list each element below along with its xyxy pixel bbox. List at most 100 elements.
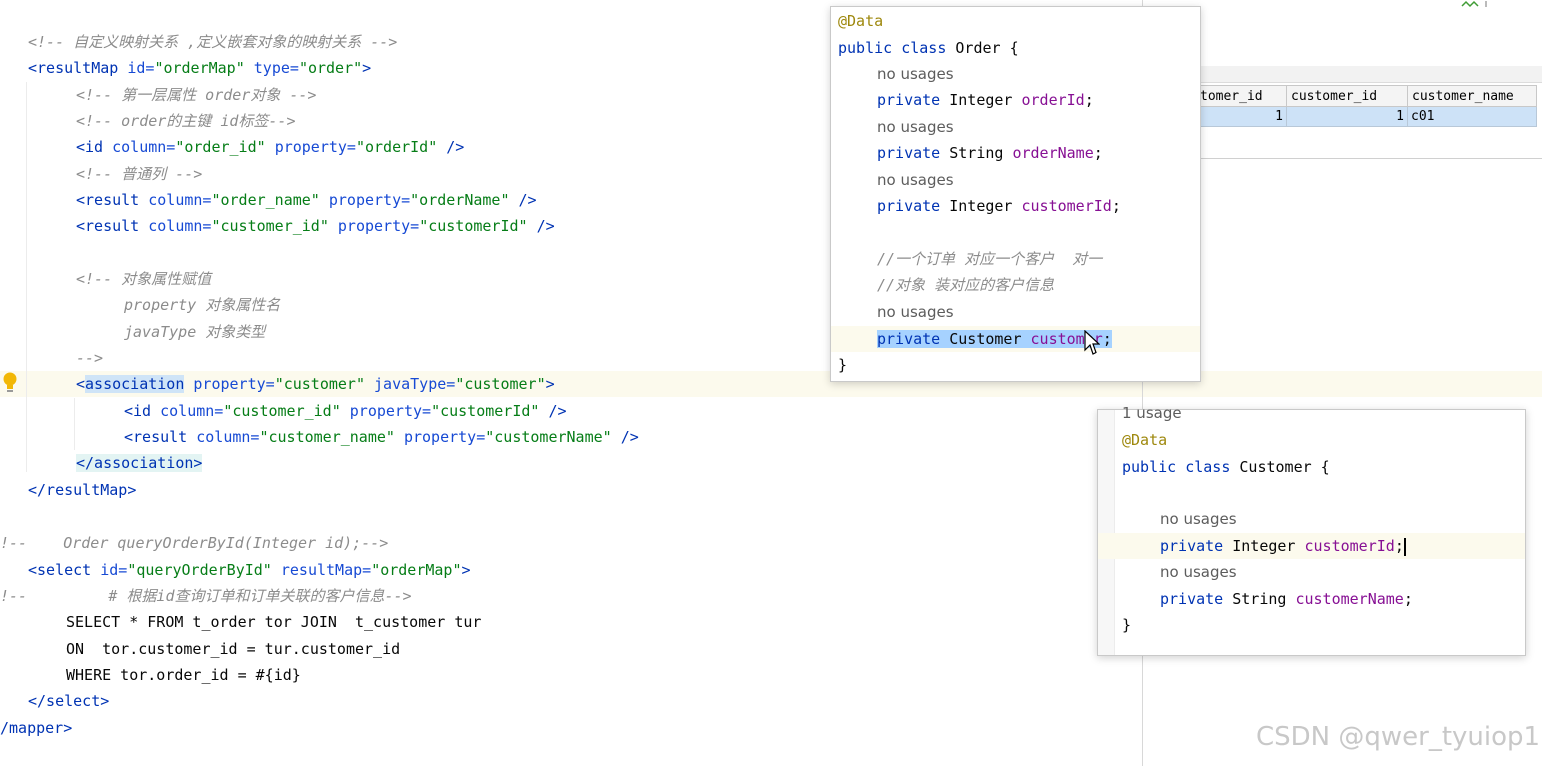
code-token: "customer_id" (223, 402, 350, 420)
code-line[interactable]: <select id="queryOrderById" resultMap="o… (28, 557, 471, 583)
code-token: type= (253, 59, 299, 77)
code-token: } (838, 356, 848, 374)
code-line[interactable]: 1 usage (1122, 400, 1182, 426)
inspection-status-icon[interactable] (1460, 0, 1500, 8)
code-token: private (1160, 537, 1233, 555)
code-line[interactable]: !-- Order queryOrderById(Integer id);--> (0, 530, 388, 556)
code-line[interactable]: <association property="customer" javaTyp… (76, 371, 555, 397)
code-line[interactable]: private String orderName; (877, 140, 1103, 166)
code-line[interactable]: no usages (1160, 559, 1237, 585)
code-line[interactable]: !-- # 根据id查询订单和订单关联的客户信息--> (0, 583, 412, 609)
code-token: "customerId" (431, 402, 549, 420)
code-token: ; (1394, 537, 1404, 555)
code-line[interactable]: public class Order { (838, 35, 1019, 61)
code-token: !-- Order queryOrderById(Integer id);--> (0, 534, 389, 552)
column-header[interactable]: tomer_id (1195, 85, 1287, 107)
code-token: "order_id" (175, 138, 275, 156)
table-cell[interactable]: 1 (1195, 106, 1287, 127)
code-line[interactable]: private String customerName; (1160, 586, 1413, 612)
code-token: <resultMap (28, 59, 128, 77)
result-table[interactable]: tomer_id customer_id customer_name 1 1 c… (1195, 85, 1537, 127)
code-token: property= (193, 375, 275, 393)
table-cell[interactable]: 1 (1286, 106, 1408, 127)
lightbulb-icon[interactable] (2, 372, 18, 394)
code-line[interactable]: @Data (838, 8, 883, 34)
code-line[interactable]: private Integer customerId; (1160, 533, 1406, 559)
code-line[interactable]: /mapper> (0, 715, 72, 741)
code-token: /> (518, 191, 537, 209)
code-token: "customer" (455, 375, 546, 393)
code-token: <!-- 自定义映射关系 ,定义嵌套对象的映射关系 --> (28, 33, 398, 51)
code-line[interactable]: no usages (877, 299, 954, 325)
code-line[interactable]: <result column="customer_name" property=… (124, 424, 639, 450)
result-toolbar[interactable] (1195, 66, 1542, 83)
code-token: ; (1093, 144, 1103, 162)
code-line[interactable]: no usages (877, 167, 954, 193)
code-line[interactable]: <!-- 对象属性赋值 (76, 266, 211, 292)
code-line[interactable]: --> (76, 345, 103, 371)
code-token: private (877, 330, 950, 348)
code-line[interactable]: <result column="order_name" property="or… (76, 187, 537, 213)
code-line[interactable]: ON tor.customer_id = tur.customer_id (66, 636, 400, 662)
code-token: } (1122, 616, 1132, 634)
code-token: /> (620, 428, 639, 446)
code-line[interactable]: <!-- 自定义映射关系 ,定义嵌套对象的映射关系 --> (28, 29, 397, 55)
code-line[interactable]: WHERE tor.order_id = #{id} (66, 662, 301, 688)
code-token: //对象 装对应的客户信息 (877, 276, 1055, 294)
code-token: "customerId" (419, 217, 537, 235)
code-line[interactable]: no usages (877, 114, 954, 140)
code-token: <!-- 对象属性赋值 (76, 270, 212, 288)
table-cell[interactable]: c01 (1407, 106, 1537, 127)
code-line[interactable]: <!-- order的主键 id标签--> (76, 108, 296, 134)
code-line[interactable]: private Integer orderId; (877, 87, 1094, 113)
code-line[interactable]: } (838, 352, 847, 378)
watermark: CSDN @qwer_tyuiop1 (1256, 722, 1541, 752)
code-line[interactable]: </association> (76, 450, 203, 476)
code-token: Integer (949, 197, 1022, 215)
code-line[interactable]: <!-- 普通列 --> (76, 161, 202, 187)
code-line[interactable]: @Data (1122, 427, 1167, 453)
code-token: !-- # 根据id查询订单和订单关联的客户信息--> (0, 587, 412, 605)
code-token: @Data (838, 12, 884, 30)
code-line[interactable]: //一个订单 对应一个客户 对一 (877, 246, 1102, 272)
code-line[interactable]: <result column="customer_id" property="c… (76, 213, 555, 239)
code-token: Integer (1232, 537, 1305, 555)
code-token: --> (76, 349, 104, 367)
code-token: @Data (1122, 431, 1168, 449)
code-line[interactable]: <id column="customer_id" property="custo… (124, 398, 567, 424)
code-token: </select> (28, 692, 110, 710)
column-header[interactable]: customer_name (1407, 85, 1537, 107)
code-line[interactable]: public class Customer { (1122, 454, 1330, 480)
code-line[interactable]: private Customer customer; (877, 326, 1112, 352)
code-line[interactable]: </resultMap> (28, 477, 136, 503)
code-token: /> (548, 402, 567, 420)
code-token: column= (148, 217, 212, 235)
code-line[interactable]: </select> (28, 688, 109, 714)
code-line[interactable]: //对象 装对应的客户信息 (877, 272, 1054, 298)
code-line[interactable]: no usages (1160, 506, 1237, 532)
code-line[interactable]: private Integer customerId; (877, 193, 1121, 219)
customer-class-popup[interactable]: 1 usage @Data public class Customer {no us… (1097, 404, 1526, 656)
code-token: "order" (298, 59, 363, 77)
query-result-panel[interactable]: tomer_id customer_id customer_name 1 1 c… (1195, 66, 1542, 159)
code-line[interactable]: javaType 对象类型 (124, 319, 265, 345)
code-token: orderName (1012, 144, 1094, 162)
code-line[interactable]: <id column="order_id" property="orderId"… (76, 134, 464, 160)
code-line[interactable]: SELECT * FROM t_order tor JOIN t_custome… (66, 609, 481, 635)
column-header[interactable]: customer_id (1286, 85, 1408, 107)
table-row[interactable]: 1 1 c01 (1195, 106, 1537, 127)
code-token: <!-- order的主键 id标签--> (76, 112, 296, 130)
code-line[interactable]: <!-- 第一层属性 order对象 --> (76, 82, 316, 108)
code-line[interactable]: no usages (877, 61, 954, 87)
code-token: no usages (1160, 510, 1237, 528)
code-line[interactable]: } (1122, 612, 1131, 638)
code-token: private (1160, 590, 1233, 608)
code-line[interactable]: property 对象属性名 (124, 292, 280, 318)
code-token: javaType= (374, 375, 456, 393)
order-class-popup[interactable]: @Data public class Order {no usages privat… (830, 6, 1201, 382)
code-token: "customer" (274, 375, 375, 393)
code-token: </association> (76, 454, 203, 472)
code-line[interactable]: <resultMap id="orderMap" type="order"> (28, 55, 371, 81)
code-token: no usages (877, 65, 954, 83)
code-token: "orderMap" (154, 59, 254, 77)
